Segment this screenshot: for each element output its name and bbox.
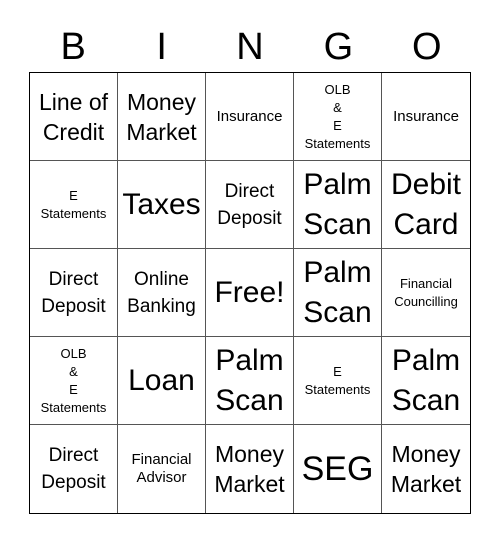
cell-label: SEG [301, 450, 374, 488]
bingo-header: B I N G O [29, 22, 471, 72]
header-letter-g: G [323, 26, 354, 68]
bingo-cell-o5[interactable]: Money Market [382, 425, 470, 513]
cell-label: OLB & E Statements [40, 345, 107, 415]
cell-label: Direct Deposit [41, 268, 106, 317]
bingo-cell-g4[interactable]: E Statements [294, 337, 382, 425]
bingo-cell-b2[interactable]: E Statements [30, 161, 118, 249]
bingo-cell-b5[interactable]: Direct Deposit [30, 425, 118, 513]
cell-label: Direct Deposit [217, 180, 282, 229]
bingo-board: Line of Credit Money Market Insurance OLB &… [29, 72, 471, 514]
bingo-cell-n2[interactable]: Direct Deposit [206, 161, 294, 249]
bingo-cell-o3[interactable]: Financial Councilling [382, 249, 470, 337]
bingo-cell-g3[interactable]: Palm Scan [294, 249, 382, 337]
cell-label: Money Market [126, 88, 197, 145]
bingo-cell-g2[interactable]: Palm Scan [294, 161, 382, 249]
cell-label: OLB & E Statements [304, 81, 371, 151]
cell-label: E Statements [40, 187, 107, 221]
bingo-cell-i5[interactable]: Financial Advisor [118, 425, 206, 513]
cell-label: Debit Card [390, 167, 462, 241]
bingo-cell-b3[interactable]: Direct Deposit [30, 249, 118, 337]
cell-label: Palm Scan [303, 255, 372, 329]
bingo-cell-g5[interactable]: SEG [294, 425, 382, 513]
header-letter-b: B [60, 26, 86, 68]
header-letter-n: N [236, 26, 264, 68]
bingo-cell-n3[interactable]: Free! [206, 249, 294, 337]
bingo-cell-o2[interactable]: Debit Card [382, 161, 470, 249]
header-letter-i: I [156, 26, 167, 68]
cell-label: Loan [128, 363, 195, 397]
bingo-cell-o1[interactable]: Insurance [382, 73, 470, 161]
cell-label: Palm Scan [215, 343, 284, 417]
cell-label: Insurance [393, 107, 459, 125]
cell-label: Money Market [390, 441, 462, 497]
cell-label: Free! [214, 275, 285, 309]
cell-label: Palm Scan [391, 343, 461, 417]
bingo-cell-o4[interactable]: Palm Scan [382, 337, 470, 425]
cell-label: Palm Scan [303, 167, 372, 241]
bingo-cell-n5[interactable]: Money Market [206, 425, 294, 513]
cell-label: Direct Deposit [41, 445, 106, 493]
cell-label: Financial Advisor [131, 451, 192, 486]
header-letter-o: O [412, 26, 442, 68]
bingo-cell-i2[interactable]: Taxes [118, 161, 206, 249]
bingo-cell-i4[interactable]: Loan [118, 337, 206, 425]
cell-label: Taxes [122, 187, 201, 221]
bingo-cell-i1[interactable]: Money Market [118, 73, 206, 161]
cell-label: Line of Credit [38, 88, 109, 145]
bingo-cell-i3[interactable]: Online Banking [118, 249, 206, 337]
bingo-cell-b4[interactable]: OLB & E Statements [30, 337, 118, 425]
bingo-cell-g1[interactable]: OLB & E Statements [294, 73, 382, 161]
cell-label: Money Market [214, 441, 285, 497]
cell-label: Online Banking [127, 268, 196, 317]
bingo-cell-n4[interactable]: Palm Scan [206, 337, 294, 425]
cell-label: Insurance [216, 107, 283, 125]
bingo-cell-n1[interactable]: Insurance [206, 73, 294, 161]
cell-label: Financial Councilling [394, 275, 458, 309]
cell-label: E Statements [304, 363, 371, 397]
bingo-cell-b1[interactable]: Line of Credit [30, 73, 118, 161]
